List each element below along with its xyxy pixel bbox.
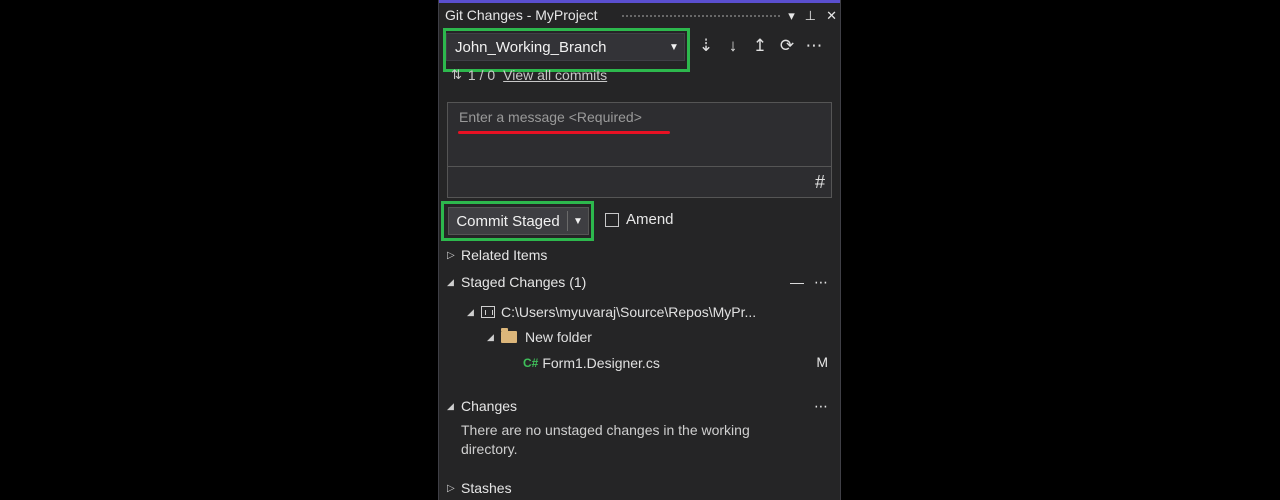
tree-file-row[interactable]: C# Form1.Designer.cs [523, 354, 660, 372]
no-changes-message: There are no unstaged changes in the wor… [461, 422, 750, 457]
unstage-all-icon[interactable]: — [790, 274, 804, 290]
changes-actions: ⋯ [814, 397, 828, 415]
staged-changes-header[interactable]: ◢ Staged Changes (1) [447, 273, 586, 291]
tree-repo-row[interactable]: ◢ C:\Users\myuvaraj\Source\Repos\MyPr... [467, 303, 756, 321]
sync-icon[interactable]: ⟳ [778, 35, 796, 57]
stashes-header[interactable]: ▷ Stashes [447, 479, 512, 497]
more-options-icon[interactable]: ⋯ [814, 398, 828, 415]
related-items-label: Related Items [461, 247, 548, 263]
chevron-down-icon: ▼ [669, 41, 679, 53]
stashes-label: Stashes [461, 480, 512, 496]
file-name: Form1.Designer.cs [542, 355, 660, 371]
staged-changes-actions: — ⋯ [790, 273, 828, 291]
csharp-file-icon: C# [523, 356, 539, 370]
chevron-down-icon[interactable]: ▼ [568, 216, 588, 227]
git-toolbar: ⇣ ↓ ↥ ⟳ ⋯ [697, 35, 823, 57]
branch-name: John_Working_Branch [455, 38, 607, 56]
outgoing-incoming-icon: ⇅ [451, 67, 462, 82]
branch-dropdown[interactable]: John_Working_Branch ▼ [446, 33, 685, 61]
collapse-arrow-icon[interactable]: ◢ [447, 277, 461, 288]
view-all-commits-link[interactable]: View all commits [503, 67, 607, 83]
staged-changes-label: Staged Changes (1) [461, 274, 587, 290]
expand-arrow-icon[interactable]: ▷ [447, 250, 461, 261]
amend-option[interactable]: Amend [605, 211, 674, 228]
collapse-arrow-icon[interactable]: ◢ [447, 401, 461, 412]
commits-summary: ⇅ 1 / 0 View all commits [451, 66, 607, 84]
amend-label: Amend [626, 211, 674, 228]
push-icon[interactable]: ↥ [751, 35, 769, 57]
collapse-arrow-icon[interactable]: ◢ [487, 332, 501, 343]
panel-title: Git Changes - MyProject [445, 7, 598, 23]
repo-path: C:\Users\myuvaraj\Source\Repos\MyPr... [501, 304, 757, 320]
required-underline [458, 131, 670, 134]
panel-title-bar: Git Changes - MyProject ▾ ⊥ ✕ [445, 6, 837, 26]
window-menu-dropdown-icon[interactable]: ▾ [788, 7, 795, 25]
message-divider [448, 166, 831, 167]
collapse-arrow-icon[interactable]: ◢ [467, 307, 481, 318]
fetch-icon[interactable]: ⇣ [697, 35, 715, 57]
pull-icon[interactable]: ↓ [724, 35, 742, 57]
amend-checkbox[interactable] [605, 212, 619, 227]
hash-icon[interactable]: # [815, 172, 825, 193]
folder-name: New folder [525, 329, 592, 345]
commit-staged-label: Commit Staged [456, 212, 560, 230]
repository-icon [481, 306, 495, 318]
commit-message-box[interactable]: Enter a message <Required> # [447, 102, 832, 198]
pin-icon[interactable]: ⊥ [805, 7, 816, 25]
git-changes-panel: Git Changes - MyProject ▾ ⊥ ✕ John_Worki… [438, 0, 841, 500]
related-items-header[interactable]: ▷ Related Items [447, 246, 547, 264]
commit-count: 1 / 0 [467, 67, 496, 83]
close-icon[interactable]: ✕ [826, 7, 837, 25]
changes-label: Changes [461, 398, 518, 414]
more-options-icon[interactable]: ⋯ [805, 35, 823, 57]
expand-arrow-icon[interactable]: ▷ [447, 483, 461, 494]
commit-message-placeholder: Enter a message <Required> [459, 109, 642, 125]
folder-icon [501, 328, 517, 343]
more-options-icon[interactable]: ⋯ [814, 274, 828, 291]
title-grip[interactable] [621, 14, 781, 19]
changes-header[interactable]: ◢ Changes [447, 397, 517, 415]
tree-folder-row[interactable]: ◢ New folder [487, 328, 592, 346]
panel-accent-bar [439, 0, 840, 3]
file-status-badge: M [816, 354, 828, 370]
commit-staged-button[interactable]: Commit Staged ▼ [448, 207, 589, 235]
